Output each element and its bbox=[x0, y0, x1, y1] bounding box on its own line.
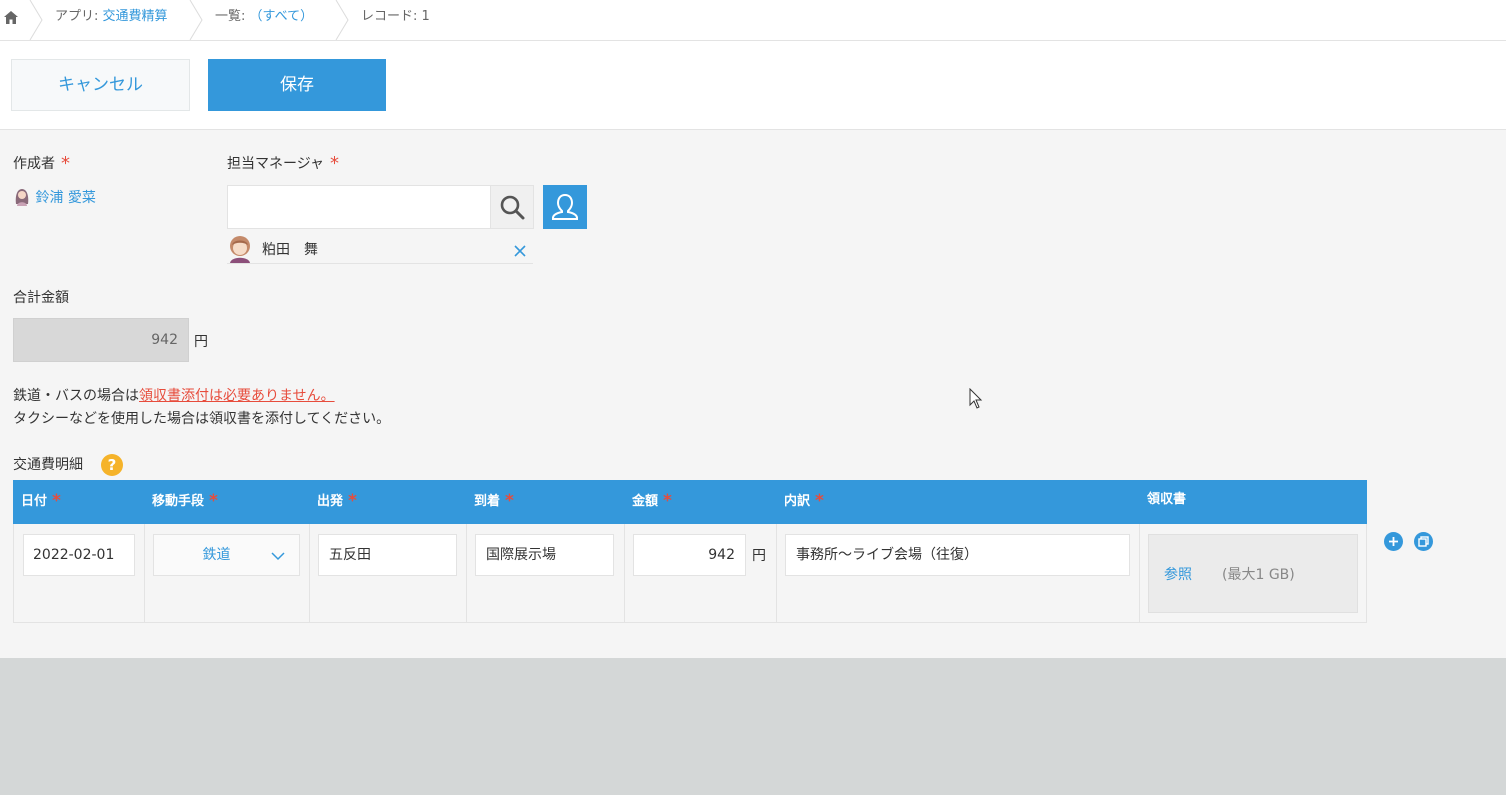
receipt-note-emphasis: 領収書添付は必要ありません。 bbox=[139, 388, 335, 404]
column-header-arrival: 到着 * bbox=[466, 480, 624, 524]
toolbar: キャンセル 保存 bbox=[0, 41, 1506, 130]
header-text: 出発 bbox=[317, 494, 344, 509]
max-size-text: (最大1 GB) bbox=[1222, 567, 1295, 583]
breadcrumb-separator-icon bbox=[335, 0, 349, 40]
method-select-value: 鉄道 bbox=[202, 547, 231, 563]
required-mark: * bbox=[815, 491, 824, 511]
required-mark: * bbox=[330, 153, 340, 174]
total-amount-value: 942 bbox=[13, 318, 189, 362]
receipt-upload-area: 参照 (最大1 GB) bbox=[1148, 534, 1358, 613]
column-header-detail: 内訳 * bbox=[776, 480, 1139, 524]
cell-departure: 五反田 bbox=[310, 524, 467, 622]
add-row-icon[interactable] bbox=[1384, 532, 1403, 551]
required-mark: * bbox=[505, 491, 514, 511]
header-text: 金額 bbox=[632, 494, 659, 509]
cell-detail: 事務所～ライブ会場（往復） bbox=[777, 524, 1140, 622]
home-icon[interactable] bbox=[3, 10, 19, 29]
manager-search-input[interactable] bbox=[227, 185, 491, 229]
cancel-button[interactable]: キャンセル bbox=[11, 59, 190, 111]
column-header-method: 移動手段 * bbox=[144, 480, 309, 524]
cell-arrival: 国際展示場 bbox=[467, 524, 625, 622]
table-header: 日付 * 移動手段 * 出発 * 到着 * 金額 * 内訳 * 領収書 bbox=[13, 480, 1367, 524]
header-text: 日付 bbox=[21, 494, 48, 509]
receipt-note-line2: タクシーなどを使用した場合は領収書を添付してください。 bbox=[13, 411, 391, 427]
manager-search-button[interactable] bbox=[490, 185, 534, 229]
header-text: 領収書 bbox=[1147, 492, 1187, 507]
browse-button[interactable]: 参照 bbox=[1164, 564, 1192, 584]
required-mark: * bbox=[209, 491, 218, 511]
breadcrumb-record: レコード: 1 bbox=[361, 9, 430, 24]
table-field-label: 交通費明細 bbox=[13, 457, 83, 473]
column-header-amount: 金額 * bbox=[624, 480, 776, 524]
manager-label-text: 担当マネージャ bbox=[227, 156, 325, 172]
close-icon[interactable] bbox=[513, 244, 527, 258]
record-form: 作成者 * 鈴浦 愛菜 担当マネージャ * 粕田 舞 合計金額 942 円 鉄道… bbox=[0, 130, 1506, 658]
total-unit: 円 bbox=[194, 334, 208, 350]
breadcrumb-app-link[interactable]: 交通費精算 bbox=[103, 9, 168, 24]
selected-manager-name: 粕田 舞 bbox=[262, 242, 318, 258]
mouse-cursor-icon bbox=[969, 388, 983, 409]
user-select-button[interactable] bbox=[543, 185, 587, 229]
amount-unit: 円 bbox=[752, 548, 766, 564]
breadcrumb-list-prefix: 一覧: bbox=[215, 9, 250, 24]
method-select[interactable]: 鉄道 bbox=[153, 534, 300, 576]
breadcrumb-app[interactable]: アプリ: 交通費精算 bbox=[55, 0, 168, 40]
departure-input[interactable]: 五反田 bbox=[318, 534, 457, 576]
breadcrumb-app-prefix: アプリ: bbox=[55, 9, 103, 24]
author-label-text: 作成者 bbox=[13, 156, 55, 172]
arrival-input[interactable]: 国際展示場 bbox=[475, 534, 614, 576]
breadcrumb-list-link[interactable]: （すべて） bbox=[250, 9, 314, 24]
date-input[interactable]: 2022-02-01 bbox=[23, 534, 135, 576]
breadcrumb: アプリ: 交通費精算 一覧: （すべて） レコード: 1 bbox=[0, 0, 1506, 41]
required-mark: * bbox=[61, 153, 70, 174]
breadcrumb-list[interactable]: 一覧: （すべて） bbox=[215, 0, 313, 40]
required-mark: * bbox=[52, 491, 61, 511]
cell-receipt: 参照 (最大1 GB) bbox=[1140, 524, 1368, 622]
receipt-note-prefix: 鉄道・バスの場合は bbox=[13, 388, 139, 404]
help-icon[interactable]: ? bbox=[100, 453, 124, 477]
copy-row-icon[interactable] bbox=[1414, 532, 1433, 551]
column-header-date: 日付 * bbox=[13, 480, 144, 524]
header-text: 移動手段 bbox=[152, 494, 205, 509]
breadcrumb-separator-icon bbox=[29, 0, 43, 40]
column-header-departure: 出発 * bbox=[309, 480, 466, 524]
user-icon bbox=[552, 193, 578, 220]
header-text: 内訳 bbox=[784, 494, 811, 509]
help-icon-glyph: ? bbox=[108, 456, 117, 474]
amount-input[interactable]: 942 bbox=[633, 534, 746, 576]
detail-input[interactable]: 事務所～ライブ会場（往復） bbox=[785, 534, 1130, 576]
author-field-label: 作成者 * bbox=[13, 152, 70, 174]
breadcrumb-separator-icon bbox=[189, 0, 203, 40]
column-header-receipt: 領収書 bbox=[1139, 480, 1367, 524]
cell-amount: 942 円 bbox=[625, 524, 777, 622]
required-mark: * bbox=[663, 491, 672, 511]
author-name-link[interactable]: 鈴浦 愛菜 bbox=[35, 190, 95, 206]
manager-avatar-icon bbox=[230, 236, 250, 263]
search-icon bbox=[500, 195, 525, 220]
author-value[interactable]: 鈴浦 愛菜 bbox=[13, 186, 96, 207]
cell-date: 2022-02-01 bbox=[14, 524, 145, 622]
receipt-note-line1: 鉄道・バスの場合は領収書添付は必要ありません。 bbox=[13, 385, 335, 405]
cell-method: 鉄道 bbox=[145, 524, 310, 622]
chevron-down-icon bbox=[271, 552, 285, 561]
manager-field-label: 担当マネージャ * bbox=[227, 152, 340, 174]
header-text: 到着 bbox=[474, 494, 501, 509]
total-field-label: 合計金額 bbox=[13, 290, 69, 306]
required-mark: * bbox=[348, 491, 357, 511]
selected-manager-chip: 粕田 舞 bbox=[227, 234, 533, 264]
user-avatar-icon bbox=[15, 189, 29, 206]
table-row: 2022-02-01 鉄道 五反田 国際展示場 942 円 事務所～ライブ会場（… bbox=[13, 524, 1367, 623]
save-button[interactable]: 保存 bbox=[208, 59, 386, 111]
